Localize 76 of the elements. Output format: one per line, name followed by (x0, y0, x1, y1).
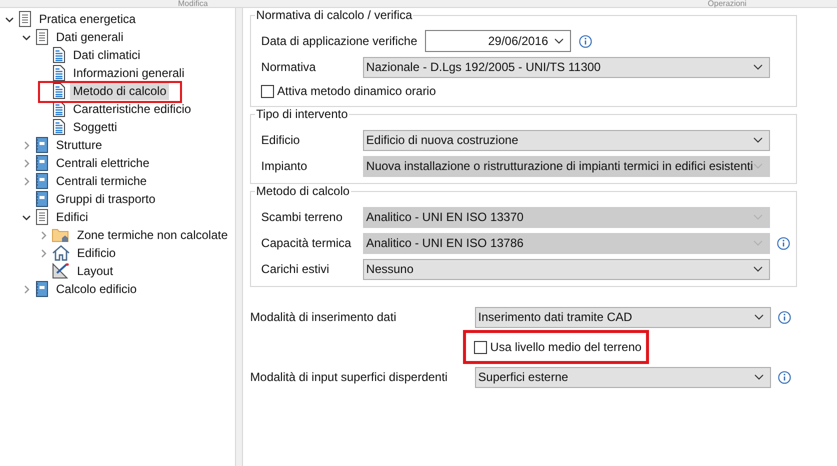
info-icon[interactable] (778, 310, 790, 324)
dropdown[interactable]: Inserimento dati tramite CAD (475, 306, 771, 328)
tree-item[interactable]: Soggetti (70, 118, 120, 136)
tree-item[interactable]: Layout (74, 262, 116, 280)
tree-item[interactable]: Centrali elettriche (53, 154, 152, 172)
tree-item[interactable]: Informazioni generali (70, 64, 188, 82)
dropdown[interactable]: Superfici esterne (475, 366, 771, 388)
chevron-right-icon[interactable] (22, 140, 30, 150)
document-icon (35, 209, 49, 225)
document-icon (52, 83, 66, 99)
document-icon (52, 47, 66, 63)
field-label: Carichi estivi (261, 261, 330, 278)
house-icon (52, 245, 70, 261)
group-title: Normativa di calcolo / verifica (255, 8, 414, 22)
tree-item[interactable]: Gruppi di trasporto (53, 190, 158, 208)
tree-item[interactable]: Edificio (74, 244, 119, 262)
field-label: Data di applicazione verifiche (261, 33, 418, 50)
group-title: Metodo di calcolo (255, 184, 351, 198)
tree-item[interactable]: Dati generali (53, 28, 126, 46)
info-icon[interactable] (579, 34, 592, 48)
chevron-down-icon[interactable] (4, 14, 14, 24)
tree-item[interactable]: Metodo di calcolo (70, 82, 170, 100)
chevron-down-icon[interactable] (22, 32, 30, 42)
binder-icon (35, 137, 49, 153)
chevron-down-icon (753, 214, 763, 220)
header-label: Operazioni (708, 0, 746, 7)
field-label: Capacità termica (261, 235, 352, 252)
group-title: Tipo di intervento (255, 107, 349, 121)
field-label: Edificio (261, 132, 301, 149)
chevron-down-icon[interactable] (22, 212, 30, 222)
dropdown[interactable]: Edificio di nuova costruzione (363, 130, 770, 150)
tree-item[interactable]: Centrali termiche (53, 172, 150, 190)
chevron-right-icon[interactable] (22, 176, 30, 186)
chevron-right-icon[interactable] (22, 158, 30, 168)
tree-item[interactable]: Strutture (53, 136, 106, 154)
info-icon[interactable] (778, 370, 790, 384)
field-label: Normativa (261, 59, 317, 76)
tree-item[interactable]: Pratica energetica (36, 10, 139, 28)
binder-icon (35, 281, 49, 297)
chevron-down-icon (554, 38, 564, 44)
document-icon (52, 119, 66, 135)
checkbox[interactable] (474, 340, 488, 354)
document-icon (18, 11, 32, 27)
date-field[interactable]: 29/06/2016 (425, 30, 572, 52)
tree-item[interactable]: Dati climatici (70, 46, 144, 64)
dropdown[interactable]: Nessuno (363, 258, 770, 280)
binder-icon (35, 173, 49, 189)
document-icon (35, 29, 49, 45)
chevron-down-icon (754, 314, 764, 320)
tree-item[interactable]: Caratteristiche edificio (70, 100, 194, 118)
tree-item[interactable]: Calcolo edificio (53, 280, 140, 298)
binder-icon (35, 191, 49, 207)
header-label: Modifica (178, 0, 208, 7)
ruler-pencil-icon (52, 263, 70, 279)
checkbox-label: Usa livello medio del terreno (490, 339, 642, 356)
folder-house-icon (52, 227, 70, 243)
dropdown[interactable]: Nazionale - D.Lgs 192/2005 - UNI/TS 11300 (363, 56, 770, 78)
chevron-right-icon[interactable] (22, 284, 30, 294)
tree-item[interactable]: Zone termiche non calcolate (74, 226, 231, 244)
field-label: Impianto (261, 158, 308, 175)
document-icon (52, 65, 66, 81)
field-label: Modalità di input superfici disperdenti (250, 369, 449, 386)
chevron-down-icon (754, 374, 764, 380)
checkbox-label: Attiva metodo dinamico orario (277, 83, 436, 100)
chevron-right-icon[interactable] (38, 230, 48, 240)
chevron-right-icon[interactable] (38, 248, 48, 258)
chevron-down-icon (753, 163, 763, 169)
tree-item[interactable]: Edifici (53, 208, 92, 226)
chevron-down-icon (753, 137, 763, 143)
checkbox[interactable] (261, 84, 274, 98)
chevron-down-icon (753, 64, 763, 70)
field-label: Modalità di inserimento dati (250, 309, 398, 326)
chevron-down-icon (753, 266, 763, 272)
chevron-down-icon (753, 240, 763, 246)
field-label: Scambi terreno (261, 209, 344, 226)
binder-icon (35, 155, 49, 171)
